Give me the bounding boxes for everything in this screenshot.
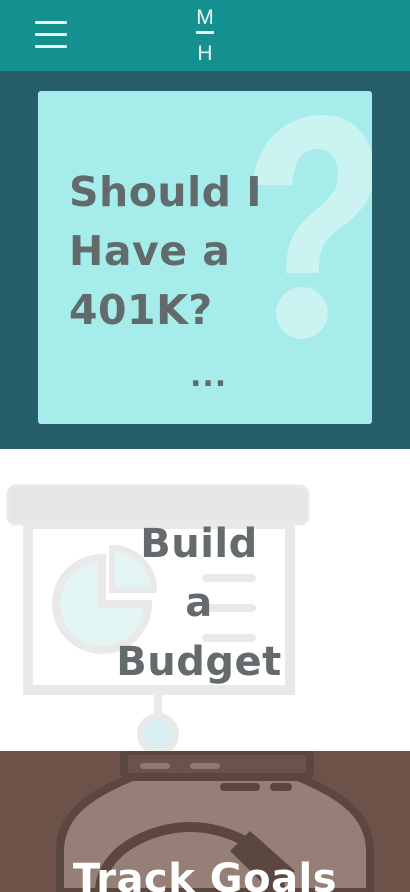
card-title-line: Should I	[69, 168, 263, 216]
card-title-line: Have a	[69, 227, 231, 275]
section-title: Track Goals	[72, 856, 338, 892]
article-section-goals[interactable]: Track Goals	[0, 751, 410, 892]
app-header: M H	[0, 0, 410, 71]
svg-text:H: H	[197, 42, 212, 62]
card-title-line: 401K?	[69, 286, 213, 334]
logo[interactable]: M H	[192, 4, 218, 62]
svg-text:M: M	[196, 6, 214, 29]
section-title-line: a	[185, 580, 213, 626]
section-title-line: Build	[140, 521, 258, 567]
menu-button[interactable]	[35, 19, 68, 49]
article-section-401k: Should I Have a 401K? ...	[0, 71, 410, 449]
more-ellipsis[interactable]: ...	[190, 359, 227, 394]
section-title-line: Budget	[116, 639, 282, 685]
article-card-401k[interactable]: Should I Have a 401K? ...	[38, 91, 372, 424]
card-title: Should I Have a 401K?	[69, 163, 269, 340]
article-section-budget[interactable]: Build a Budget	[0, 449, 410, 751]
section-title: Build a Budget	[100, 515, 298, 692]
hamburger-menu-icon	[35, 21, 67, 24]
